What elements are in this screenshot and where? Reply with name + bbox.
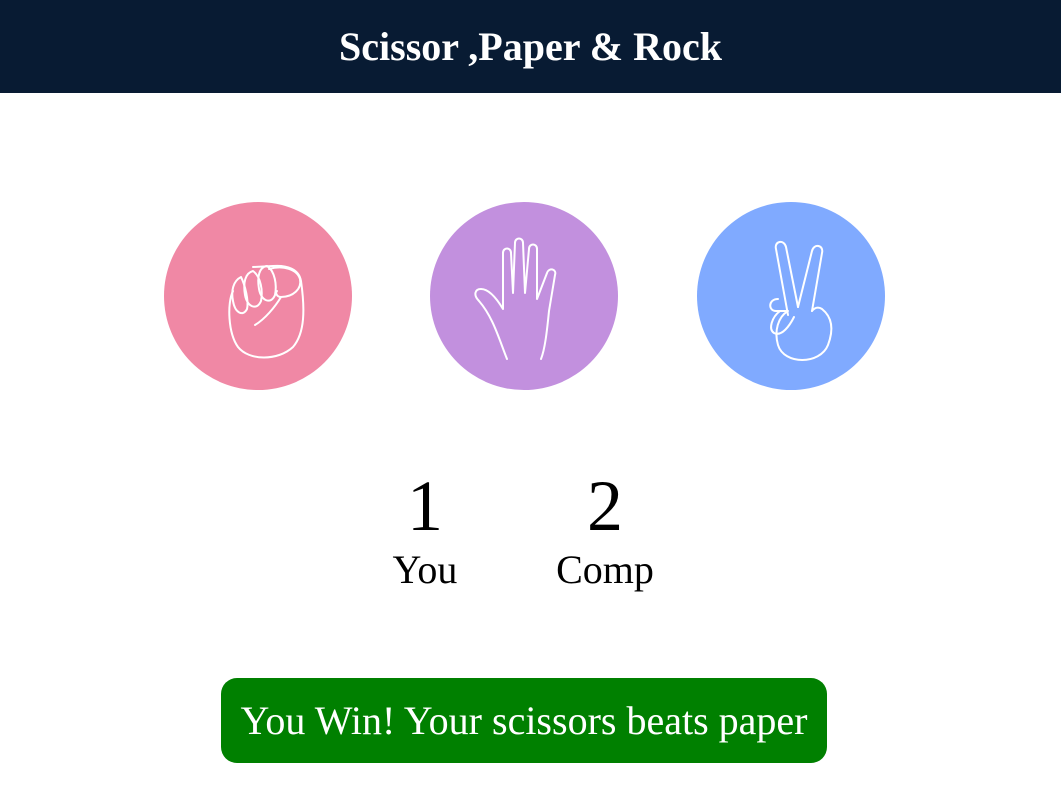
paper-choice-button[interactable] [430, 202, 618, 390]
page-title: Scissor ,Paper & Rock [339, 24, 722, 69]
rock-choice-button[interactable] [164, 202, 352, 390]
result-message: You Win! Your scissors beats paper [221, 678, 827, 763]
scissors-choice-button[interactable] [697, 202, 885, 390]
peace-sign-hand-icon [769, 241, 833, 361]
comp-score-value: 2 [587, 466, 623, 546]
user-score-label: You [392, 547, 458, 592]
open-hand-icon [474, 237, 557, 360]
rock-fist-icon [228, 264, 305, 359]
app-header: Scissor ,Paper & Rock [0, 0, 1061, 93]
comp-score: 2 Comp [515, 465, 695, 593]
comp-score-label: Comp [556, 547, 654, 592]
user-score-value: 1 [407, 466, 443, 546]
user-score: 1 You [335, 465, 515, 593]
